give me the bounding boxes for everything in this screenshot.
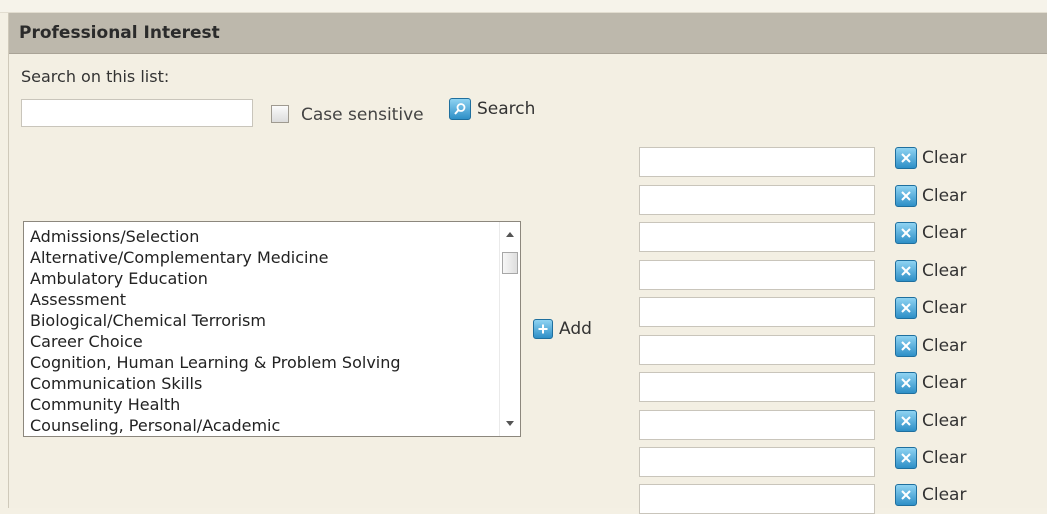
x-icon [895,447,917,469]
selected-interest-field[interactable] [639,410,875,440]
clear-button-label: Clear [922,373,967,393]
selected-interest-field[interactable] [639,147,875,177]
x-icon [895,260,917,282]
clear-button-label: Clear [922,448,967,468]
clear-button-label: Clear [922,298,967,318]
list-item[interactable]: Alternative/Complementary Medicine [30,247,500,268]
interest-listbox[interactable]: Admissions/Selection Alternative/Compleme… [23,221,521,437]
add-button[interactable]: Add [533,316,592,342]
list-item[interactable]: Communication Skills [30,373,500,394]
scroll-down-arrow-icon[interactable] [506,421,514,426]
clear-button[interactable]: Clear [895,183,966,209]
panel-title: Professional Interest [19,23,220,43]
clear-button[interactable]: Clear [895,408,966,434]
clear-button-label: Clear [922,411,967,431]
list-scrollbar[interactable] [499,222,520,436]
clear-button[interactable]: Clear [895,333,966,359]
interest-list-items: Admissions/Selection Alternative/Compleme… [30,226,500,436]
clear-button[interactable]: Clear [895,295,966,321]
case-sensitive-label: Case sensitive [301,105,424,125]
x-icon [895,484,917,506]
selected-interest-field[interactable] [639,447,875,477]
clear-button[interactable]: Clear [895,220,966,246]
clear-button-label: Clear [922,148,967,168]
list-item[interactable]: Community Health [30,394,500,415]
list-item[interactable]: Admissions/Selection [30,226,500,247]
search-input[interactable] [21,99,253,127]
add-button-label: Add [559,319,592,339]
clear-button[interactable]: Clear [895,445,966,471]
x-icon [895,297,917,319]
selected-interest-field[interactable] [639,260,875,290]
list-item[interactable]: Career Choice [30,331,500,352]
clear-button-label: Clear [922,336,967,356]
professional-interest-panel: Professional Interest Search on this lis… [8,13,1047,514]
x-icon [895,147,917,169]
x-icon [895,335,917,357]
list-item[interactable]: Biological/Chemical Terrorism [30,310,500,331]
selected-interest-field[interactable] [639,297,875,327]
search-button[interactable]: Search [449,96,535,122]
scroll-up-arrow-icon[interactable] [506,232,514,237]
selected-interest-field[interactable] [639,372,875,402]
magnifier-icon [449,98,471,120]
clear-button[interactable]: Clear [895,482,966,508]
search-button-label: Search [477,99,536,119]
list-item[interactable]: Cognition, Human Learning & Problem Solv… [30,352,500,373]
case-sensitive-checkbox[interactable] [271,105,289,123]
clear-button[interactable]: Clear [895,258,966,284]
selected-interest-field[interactable] [639,484,875,514]
clear-button[interactable]: Clear [895,145,966,171]
plus-icon [533,319,553,339]
clear-button-label: Clear [922,223,967,243]
clear-button-label: Clear [922,261,967,281]
search-label: Search on this list: [21,67,170,86]
clear-button[interactable]: Clear [895,370,966,396]
clear-button-label: Clear [922,186,967,206]
scroll-thumb[interactable] [502,252,518,274]
panel-header: Professional Interest [9,13,1047,54]
list-item[interactable]: Counseling, Personal/Academic [30,415,500,436]
selected-interest-field[interactable] [639,335,875,365]
selected-interest-field[interactable] [639,222,875,252]
list-item[interactable]: Ambulatory Education [30,268,500,289]
x-icon [895,410,917,432]
selected-interest-field[interactable] [639,185,875,215]
clear-button-label: Clear [922,485,967,505]
x-icon [895,185,917,207]
list-item[interactable]: Assessment [30,289,500,310]
x-icon [895,372,917,394]
x-icon [895,222,917,244]
top-strip [0,0,1047,13]
